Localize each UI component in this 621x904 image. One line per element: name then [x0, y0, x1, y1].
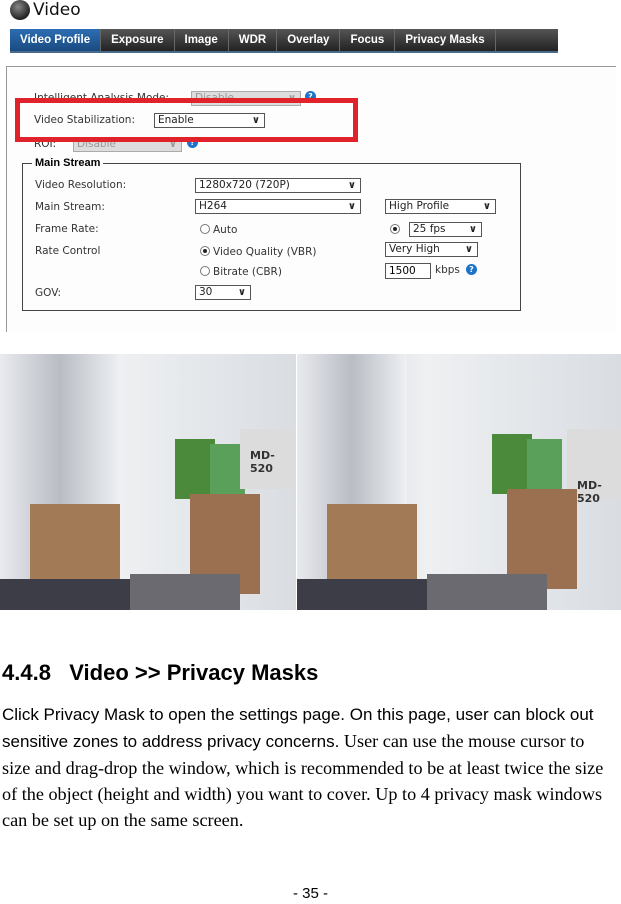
tab-wdr[interactable]: WDR	[229, 29, 278, 51]
main-stream-legend: Main Stream	[32, 157, 104, 169]
frame-rate-fixed-radio[interactable]	[390, 224, 400, 234]
tab-focus[interactable]: Focus	[340, 29, 396, 51]
vbr-label: Video Quality (VBR)	[213, 246, 317, 258]
bitrate-input[interactable]: 1500	[385, 263, 431, 279]
main-stream-label: Main Stream:	[35, 201, 105, 213]
resolution-select[interactable]: 1280x720 (720P)	[195, 178, 361, 193]
section-heading: 4.4.8 Video >> Privacy Masks	[2, 660, 319, 685]
camera-image-before: MD-520	[0, 354, 296, 610]
tab-video-profile[interactable]: Video Profile	[10, 29, 102, 51]
gov-select[interactable]: 30	[195, 285, 251, 300]
profile-select[interactable]: High Profile	[385, 199, 496, 214]
box-label: MD-520	[250, 449, 275, 475]
box-label: MD-520	[577, 479, 602, 505]
highlight-box	[15, 98, 358, 142]
tab-bar: Video Profile Exposure Image WDR Overlay…	[10, 29, 558, 53]
frame-rate-auto-radio[interactable]	[200, 224, 210, 234]
cbr-radio[interactable]	[200, 266, 210, 276]
help-icon[interactable]: ?	[466, 264, 477, 275]
codec-select[interactable]: H264	[195, 199, 361, 214]
vbr-radio[interactable]	[200, 246, 210, 256]
window-title: Video	[10, 0, 81, 20]
rate-control-label: Rate Control	[35, 245, 101, 257]
gov-label: GOV:	[35, 287, 62, 299]
tab-overlay[interactable]: Overlay	[277, 29, 341, 51]
resolution-label: Video Resolution:	[35, 179, 127, 191]
frame-rate-label: Frame Rate:	[35, 223, 99, 235]
frame-rate-auto-label: Auto	[213, 224, 238, 236]
tab-privacy-masks[interactable]: Privacy Masks	[395, 29, 496, 51]
quality-select[interactable]: Very High	[385, 242, 478, 257]
tab-image[interactable]: Image	[175, 29, 229, 51]
bitrate-unit: kbps	[435, 264, 460, 276]
camera-logo-icon	[10, 0, 30, 20]
frame-rate-select[interactable]: 25 fps	[409, 222, 482, 237]
tab-exposure[interactable]: Exposure	[101, 29, 175, 51]
section-body: Click Privacy Mask to open the settings …	[2, 701, 617, 833]
cbr-label: Bitrate (CBR)	[213, 266, 282, 278]
title-text: Video	[33, 0, 81, 20]
camera-image-after: MD-520	[297, 354, 621, 610]
page-number: - 35 -	[292, 885, 328, 902]
